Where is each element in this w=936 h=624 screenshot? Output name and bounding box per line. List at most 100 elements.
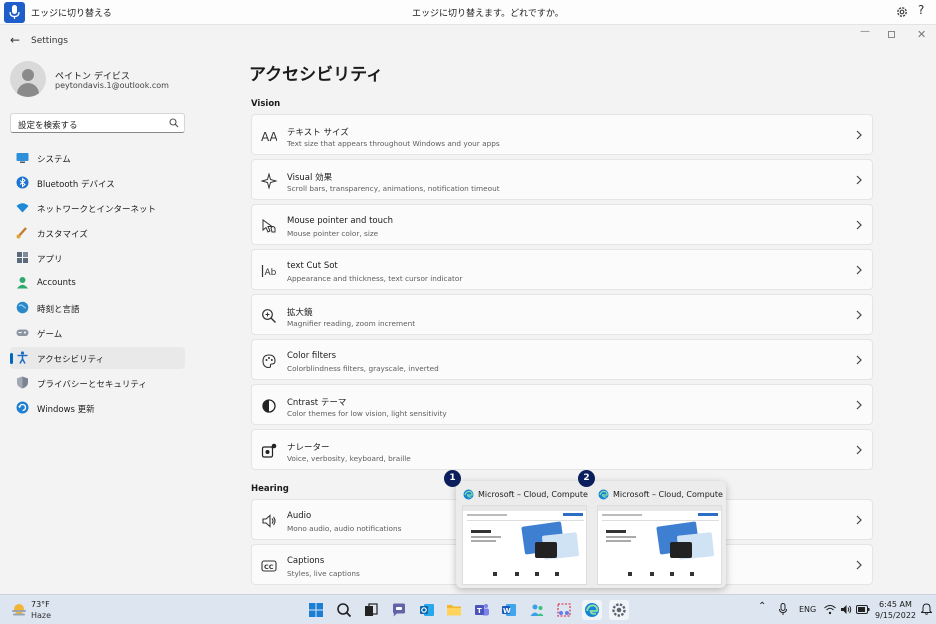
sidebar-item-system[interactable]: システム [10, 147, 185, 169]
app-title: Settings [31, 36, 68, 46]
chevron-right-icon [856, 130, 862, 140]
sidebar-item-network[interactable]: ネットワークとインターネット [10, 197, 185, 219]
weather-temperature: 73°F [31, 600, 50, 609]
chevron-right-icon [856, 265, 862, 275]
microphone-button[interactable] [4, 2, 25, 23]
sidebar-item-apps[interactable]: アプリ [10, 247, 185, 269]
visual-effects-icon [261, 173, 277, 189]
teams-chat-button[interactable] [389, 600, 409, 620]
setting-card-description: Scroll bars, transparency, animations, n… [287, 184, 500, 193]
outlook-icon [420, 604, 434, 616]
wifi-icon[interactable] [824, 604, 836, 615]
maximize-icon[interactable] [888, 31, 895, 38]
window-thumbnail-title: Microsoft – Cloud, Computers, ... [613, 490, 723, 499]
sidebar-item-personalize[interactable]: カスタマイズ [10, 222, 185, 244]
setting-card-visual-effects[interactable]: Visual 効果 Scroll bars, transparency, ani… [251, 159, 873, 200]
window-thumbnail-1[interactable]: Microsoft – Cloud, Computers, ... [458, 485, 588, 585]
setting-card-description: Color themes for low vision, light sensi… [287, 409, 447, 418]
svg-text:T: T [477, 607, 482, 615]
sidebar-item-label: アクセシビリティ [37, 355, 105, 365]
magnifier-icon [262, 309, 276, 323]
personalize-icon [16, 227, 27, 239]
chevron-right-icon [856, 400, 862, 410]
edge-taskbar-button[interactable] [582, 600, 602, 620]
battery-icon[interactable] [856, 605, 870, 614]
folder-icon [447, 605, 461, 616]
outlook-button[interactable] [417, 600, 437, 620]
weather-haze-icon[interactable] [11, 603, 27, 617]
color-filters-icon [262, 354, 276, 369]
setting-card-contrast-themes[interactable]: Cntrast テーマ Color themes for low vision,… [251, 384, 873, 425]
accounts-icon [17, 277, 28, 289]
clock-date[interactable]: 9/15/2022 [875, 611, 916, 620]
close-icon[interactable]: ✕ [917, 28, 926, 41]
voice-access-bar: エッジに切り替える エッジに切り替えます。どれですか。 ? [0, 0, 936, 25]
show-hidden-icons-chevron-icon[interactable]: ⌃ [758, 601, 766, 612]
accessibility-icon [17, 351, 28, 364]
setting-card-description: Appearance and thickness, text cursor in… [287, 274, 463, 283]
setting-card-mouse-pointer[interactable]: Mouse pointer and touch Mouse pointer co… [251, 204, 873, 245]
sidebar-item-time-language[interactable]: 時刻と言語 [10, 297, 185, 319]
sidebar-item-label: ネットワークとインターネット [37, 205, 157, 215]
window-thumbnail-2[interactable]: Microsoft – Cloud, Computers, ... [593, 485, 723, 585]
clock-time[interactable]: 6:45 AM [879, 600, 912, 609]
setting-card-magnifier[interactable]: 拡大鏡 Magnifier reading, zoom increment [251, 294, 873, 335]
help-icon[interactable]: ? [918, 3, 924, 17]
sidebar-item-privacy[interactable]: プライバシーとセキュリティ [10, 372, 185, 394]
teams-button[interactable]: T [472, 600, 492, 620]
sidebar-item-accounts[interactable]: Accounts [10, 272, 185, 294]
sidebar-item-windows-update[interactable]: Windows 更新 [10, 397, 185, 419]
edge-icon [585, 603, 599, 617]
apps-icon [17, 252, 28, 263]
volume-icon[interactable] [840, 604, 852, 615]
setting-card-description: Mouse pointer color, size [287, 229, 379, 238]
setting-card-text-cursor[interactable]: Ab text Cut Sot Appearance and thickness… [251, 249, 873, 290]
gear-icon[interactable] [895, 5, 909, 19]
notification-bell-icon[interactable] [921, 603, 932, 615]
svg-text:Ab: Ab [265, 268, 277, 278]
word-button[interactable]: W [499, 600, 519, 620]
microphone-icon [9, 5, 20, 19]
webpage-preview-image [462, 505, 587, 585]
weather-description: Haze [31, 611, 52, 620]
setting-card-description: Voice, verbosity, keyboard, braille [287, 454, 411, 463]
back-arrow-icon[interactable]: ← [10, 33, 20, 47]
setting-card-narrator[interactable]: ナレーター Voice, verbosity, keyboard, braill… [251, 429, 873, 470]
section-heading-vision: Vision [251, 99, 281, 109]
taskbar: 73°F Haze T W ⌃ ENG 6:45 AM 9/15/2022 [0, 594, 936, 624]
user-email: peytondavis.1@outlook.com [55, 81, 169, 90]
taskbar-window-preview: Microsoft – Cloud, Computers, ... M [456, 481, 726, 588]
setting-card-color-filters[interactable]: Color filters Colorblindness filters, gr… [251, 339, 873, 380]
input-language-indicator[interactable]: ENG [799, 605, 816, 614]
start-button[interactable] [306, 600, 326, 620]
voice-prompt-text: エッジに切り替えます。どれですか。 [412, 9, 564, 19]
sidebar-item-label: 時刻と言語 [37, 305, 80, 315]
taskbar-search-button[interactable] [334, 600, 354, 620]
microphone-tray-icon[interactable] [779, 603, 787, 615]
window-thumbnail-title: Microsoft – Cloud, Computers, ... [478, 490, 588, 499]
minimize-icon[interactable]: — [860, 26, 870, 37]
avatar[interactable] [10, 61, 46, 97]
setting-card-description: Magnifier reading, zoom increment [287, 319, 416, 328]
file-explorer-button[interactable] [444, 600, 464, 620]
sidebar-item-label: カスタマイズ [37, 230, 88, 240]
chevron-right-icon [856, 560, 862, 570]
snipping-tool-button[interactable] [554, 600, 574, 620]
voice-number-badge-1: 1 [444, 470, 461, 487]
setting-card-text-size[interactable]: AA テキスト サイズ Text size that appears throu… [251, 114, 873, 155]
sidebar-item-label: Windows 更新 [37, 405, 95, 415]
task-view-button[interactable] [361, 600, 381, 620]
edge-icon [463, 489, 474, 500]
sidebar-item-accessibility[interactable]: アクセシビリティ [10, 347, 185, 369]
svg-text:W: W [503, 607, 511, 615]
bluetooth-icon [16, 176, 29, 189]
people-button[interactable] [527, 600, 547, 620]
sidebar-item-gaming[interactable]: ゲーム [10, 322, 185, 344]
settings-taskbar-button[interactable] [609, 600, 629, 620]
setting-card-title: ナレーター [287, 443, 330, 453]
page-title: アクセシビリティ [249, 65, 384, 85]
search-input[interactable]: 設定を検索する [10, 113, 185, 133]
sidebar-item-bluetooth[interactable]: Bluetooth デバイス [10, 172, 185, 194]
setting-card-title: Cntrast テーマ [287, 398, 347, 408]
setting-card-title: Color filters [287, 351, 337, 361]
